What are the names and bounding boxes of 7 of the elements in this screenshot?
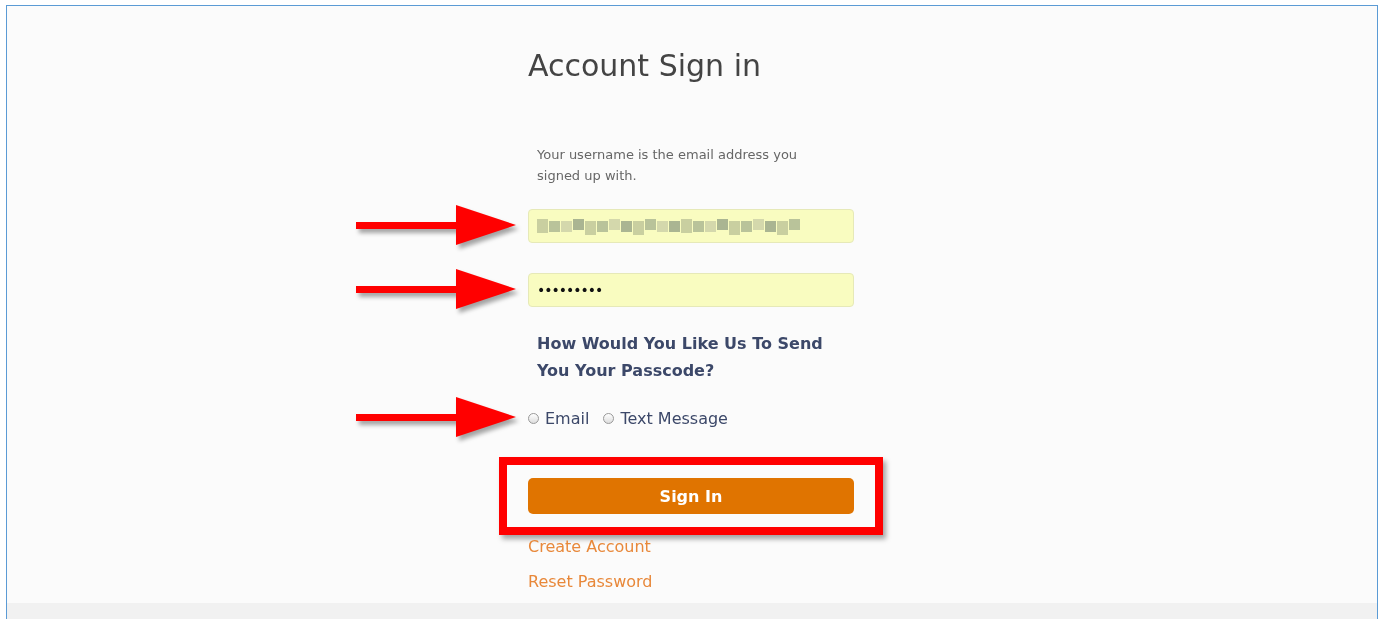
- page-title: Account Sign in: [528, 47, 762, 85]
- password-field[interactable]: •••••••••: [528, 273, 854, 307]
- passcode-question: How Would You Like Us To Send You Your Passcode?: [537, 333, 824, 382]
- username-field[interactable]: [528, 209, 854, 243]
- delivery-radio[interactable]: Email: [528, 408, 590, 428]
- delivery-radio[interactable]: Text Message: [603, 408, 728, 428]
- username-hint: Your username is the email address you signed up with.: [537, 146, 799, 185]
